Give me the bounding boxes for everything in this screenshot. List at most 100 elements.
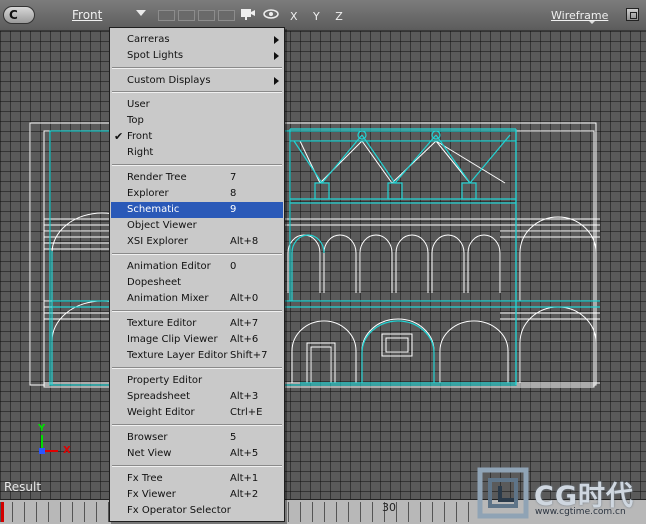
menu-item-shortcut: Alt+3 [230, 391, 259, 402]
menu-separator [112, 164, 282, 166]
menu-item-label: Texture Editor [127, 318, 197, 329]
submenu-arrow-icon [274, 52, 279, 60]
menu-item-label: Fx Operator Selector [127, 505, 231, 516]
menu-item-browser[interactable]: Browser 5 [111, 430, 283, 446]
menu-item-custom-displays[interactable]: Custom Displays [111, 73, 283, 89]
memo-slot-1[interactable] [158, 10, 175, 21]
menu-item-label: Image Clip Viewer [127, 334, 218, 345]
menu-item-shortcut: Alt+7 [230, 318, 259, 329]
menu-item-object-viewer[interactable]: Object Viewer [111, 218, 283, 234]
menu-item-schematic[interactable]: Schematic 9 [111, 202, 283, 218]
menu-item-fx-tree[interactable]: Fx Tree Alt+1 [111, 471, 283, 487]
menu-item-label: Carreras [127, 34, 170, 45]
cgtime-logo [476, 466, 534, 523]
menu-item-fx-operator-selector[interactable]: Fx Operator Selector [111, 503, 283, 519]
menu-item-shortcut: Alt+8 [230, 236, 259, 247]
menu-item-property-editor[interactable]: Property Editor [111, 373, 283, 389]
menu-item-texture-layer-editor[interactable]: Texture Layer Editor Shift+7 [111, 348, 283, 364]
menu-item-right[interactable]: Right [111, 145, 283, 161]
visibility-eye-icon[interactable] [263, 8, 279, 23]
menu-item-label: Explorer [127, 188, 169, 199]
menu-item-image-clip-viewer[interactable]: Image Clip Viewer Alt+6 [111, 332, 283, 348]
front-viewport[interactable]: Y X Result [0, 31, 646, 499]
menu-item-shortcut: Ctrl+E [230, 407, 263, 418]
view-name-dropdown[interactable]: Front [72, 8, 102, 22]
timeline-current-frame-marker[interactable] [1, 502, 4, 522]
menu-item-shortcut: Alt+2 [230, 489, 259, 500]
camera-icon[interactable] [240, 7, 256, 24]
menu-item-label: Browser [127, 432, 168, 443]
axis-toggle-xyz[interactable]: X Y Z [290, 10, 349, 23]
menu-item-label: Animation Editor [127, 261, 211, 272]
menu-item-shortcut: Alt+5 [230, 448, 259, 459]
menu-item-label: XSI Explorer [127, 236, 188, 247]
menu-item-weight-editor[interactable]: Weight Editor Ctrl+E [111, 405, 283, 421]
menu-item-spreadsheet[interactable]: Spreadsheet Alt+3 [111, 389, 283, 405]
axis-gizmo [39, 435, 58, 454]
menu-item-label: Spot Lights [127, 50, 184, 61]
result-label: Result [4, 480, 42, 494]
menu-item-label: Custom Displays [127, 75, 211, 86]
menu-item-shortcut: 5 [230, 432, 237, 443]
menu-separator [112, 367, 282, 369]
wireframe-scene [29, 122, 600, 454]
menu-separator [112, 424, 282, 426]
menu-item-animation-editor[interactable]: Animation Editor 0 [111, 259, 283, 275]
menu-item-front[interactable]: ✔ Front [111, 129, 283, 145]
viewport-toolbar: C Front X Y Z Wireframe [0, 0, 646, 31]
memo-slot-3[interactable] [198, 10, 215, 21]
menu-item-label: Weight Editor [127, 407, 195, 418]
camera-menu-button[interactable]: C [3, 6, 35, 24]
menu-item-net-view[interactable]: Net View Alt+5 [111, 446, 283, 462]
menu-item-label: Texture Layer Editor [127, 350, 228, 361]
menu-separator [112, 91, 282, 93]
menu-item-label: Top [127, 115, 144, 126]
menu-separator [112, 310, 282, 312]
view-context-menu: Carreras Spot Lights Custom Displays User To… [109, 27, 285, 522]
maximize-viewport-button[interactable] [626, 8, 639, 21]
menu-item-label: Dopesheet [127, 277, 182, 288]
menu-item-shortcut: Shift+7 [230, 350, 268, 361]
menu-item-texture-editor[interactable]: Texture Editor Alt+7 [111, 316, 283, 332]
menu-item-shortcut: Alt+0 [230, 293, 259, 304]
menu-item-label: Fx Tree [127, 473, 163, 484]
menu-item-label: User [127, 99, 150, 110]
menu-item-shortcut: 8 [230, 188, 237, 199]
menu-item-shortcut: 7 [230, 172, 237, 183]
menu-separator [112, 465, 282, 467]
checkmark-icon: ✔ [114, 130, 124, 143]
submenu-arrow-icon [274, 77, 279, 85]
display-mode-dropdown[interactable]: Wireframe [551, 9, 608, 22]
memo-slot-4[interactable] [218, 10, 235, 21]
menu-item-render-tree[interactable]: Render Tree 7 [111, 170, 283, 186]
menu-item-top[interactable]: Top [111, 113, 283, 129]
menu-item-label: Render Tree [127, 172, 187, 183]
axis-y-label: Y [38, 423, 46, 434]
menu-item-fx-viewer[interactable]: Fx Viewer Alt+2 [111, 487, 283, 503]
menu-item-shortcut: 9 [230, 204, 237, 215]
camera-menu-label: C [9, 8, 18, 22]
menu-separator [112, 253, 282, 255]
menu-item-shortcut: 0 [230, 261, 237, 272]
menu-item-carreras[interactable]: Carreras [111, 32, 283, 48]
chevron-down-icon[interactable] [136, 10, 146, 16]
display-mode-arrow-icon[interactable] [589, 21, 595, 24]
menu-item-dopesheet[interactable]: Dopesheet [111, 275, 283, 291]
menu-item-shortcut: Alt+6 [230, 334, 259, 345]
menu-item-xsi-explorer[interactable]: XSI Explorer Alt+8 [111, 234, 283, 250]
watermark-url: www.cgtime.com.cn [535, 507, 626, 517]
memo-slot-2[interactable] [178, 10, 195, 21]
menu-item-animation-mixer[interactable]: Animation Mixer Alt+0 [111, 291, 283, 307]
menu-item-label: Right [127, 147, 154, 158]
menu-item-label: Front [127, 131, 153, 142]
menu-item-label: Fx Viewer [127, 489, 176, 500]
menu-item-spot-lights[interactable]: Spot Lights [111, 48, 283, 64]
menu-item-label: Schematic [127, 204, 180, 215]
menu-item-label: Spreadsheet [127, 391, 190, 402]
menu-item-label: Net View [127, 448, 172, 459]
menu-item-user[interactable]: User [111, 97, 283, 113]
menu-item-label: Object Viewer [127, 220, 197, 231]
axis-x-label: X [63, 445, 71, 456]
timeline-frame-label: 30 [382, 501, 396, 514]
menu-item-explorer[interactable]: Explorer 8 [111, 186, 283, 202]
